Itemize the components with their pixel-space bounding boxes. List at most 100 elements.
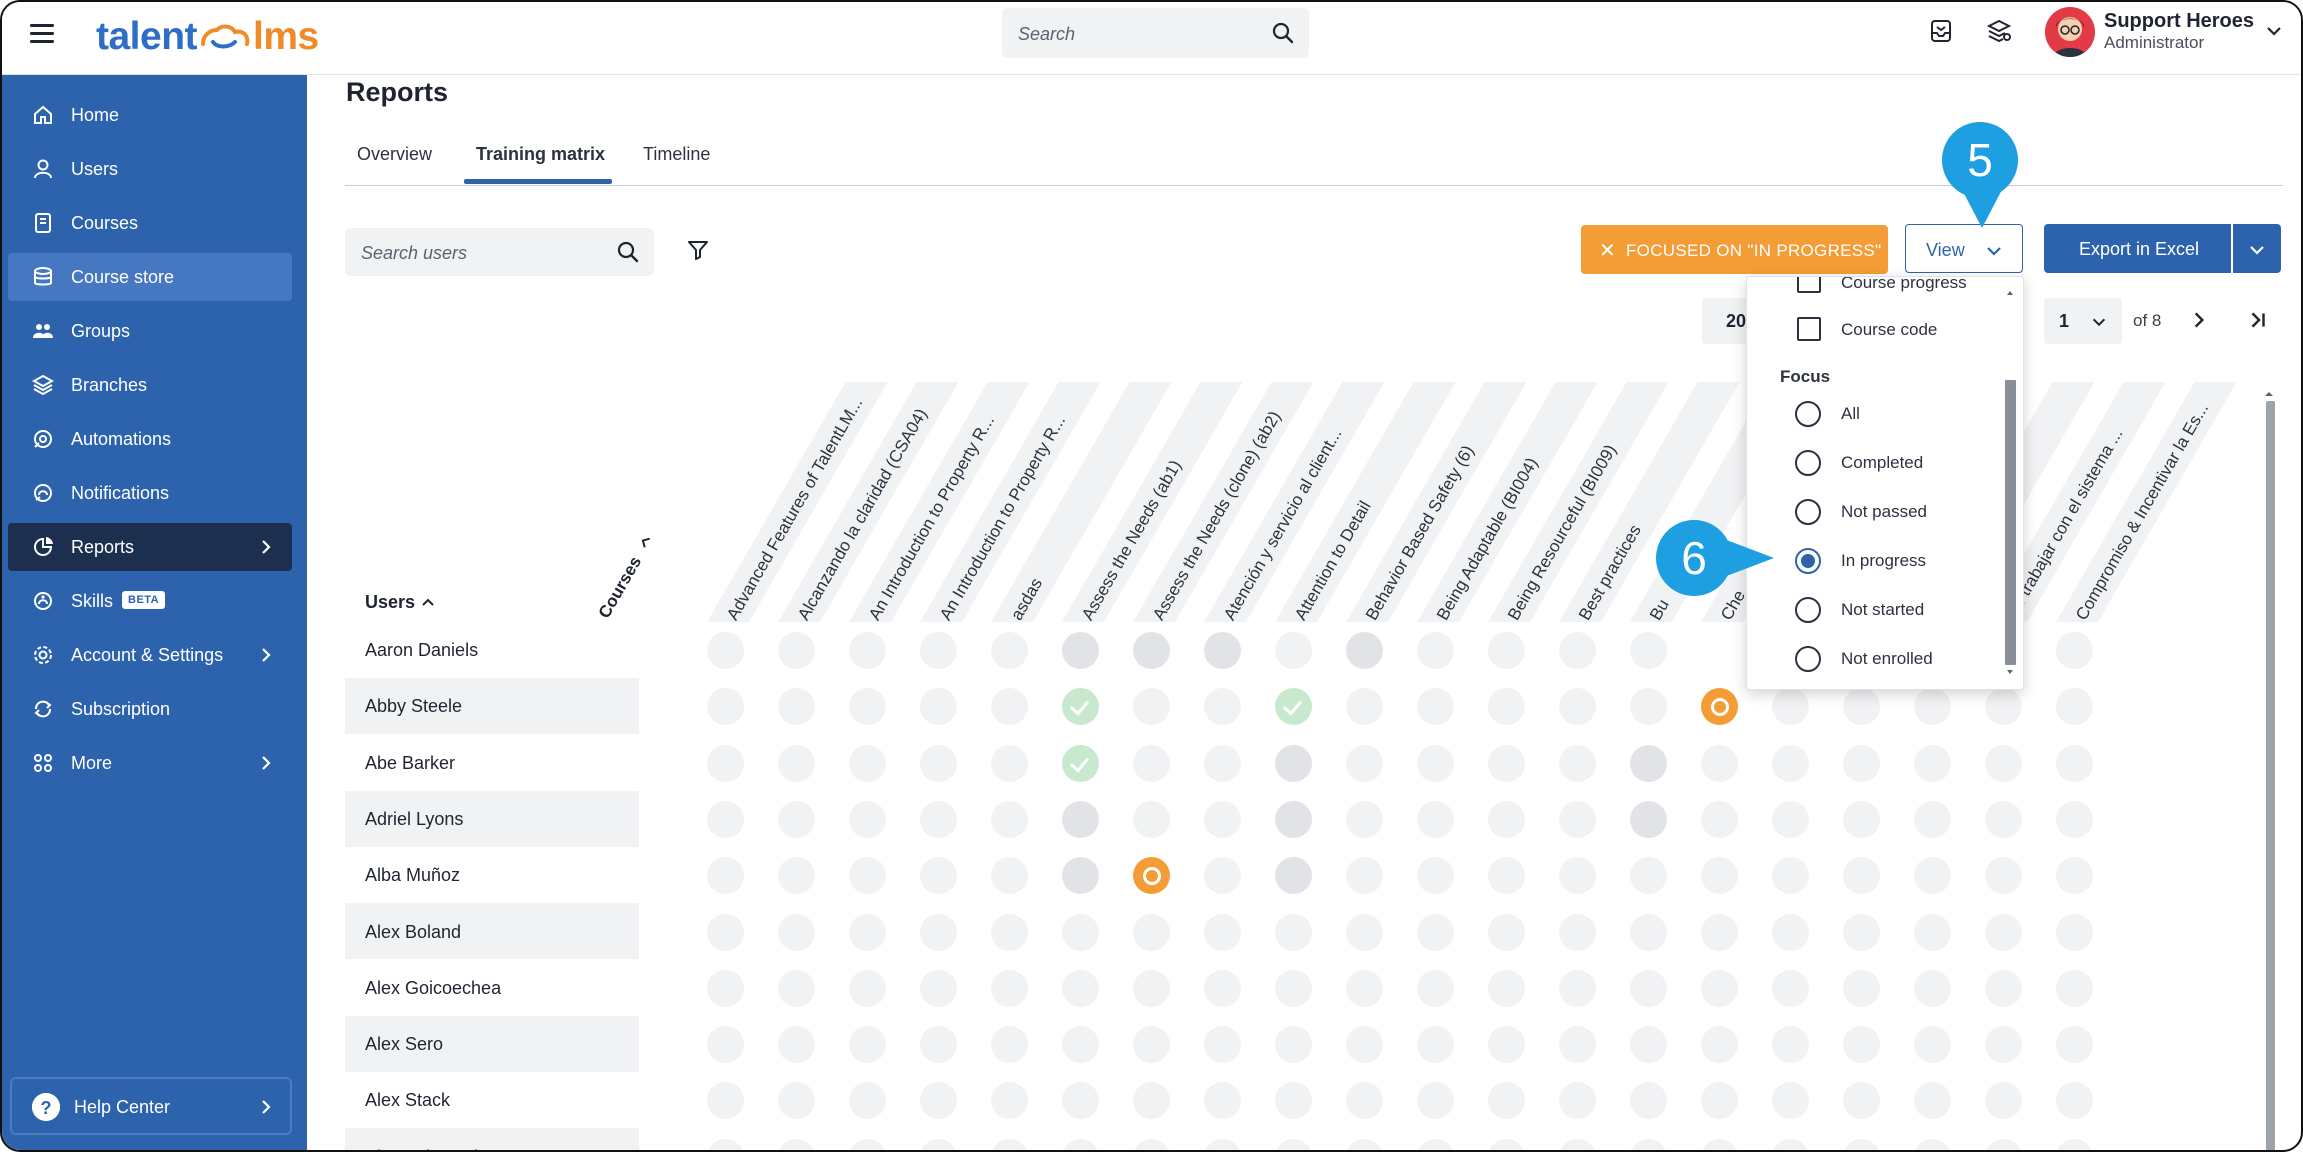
matrix-cell[interactable]	[1630, 913, 1667, 951]
next-page-icon[interactable]	[2188, 309, 2210, 331]
matrix-cell[interactable]	[1914, 857, 1951, 895]
scroll-down-icon[interactable]	[2003, 667, 2017, 677]
matrix-cell[interactable]	[1488, 913, 1525, 951]
matrix-cell[interactable]	[1204, 632, 1241, 669]
users-column-header[interactable]: Users	[365, 592, 434, 613]
matrix-cell[interactable]	[1843, 744, 1880, 782]
matrix-cell[interactable]	[1488, 969, 1525, 1007]
matrix-cell[interactable]	[2056, 1026, 2093, 1064]
sidebar-item-reports[interactable]: Reports	[8, 523, 292, 571]
matrix-cell[interactable]	[707, 632, 744, 669]
matrix-cell[interactable]	[920, 632, 957, 669]
focus-completed-label[interactable]: Completed	[1841, 453, 1923, 473]
search-icon[interactable]	[616, 240, 640, 264]
sidebar-item-users[interactable]: Users	[8, 145, 292, 193]
matrix-cell[interactable]	[991, 800, 1028, 838]
matrix-cell[interactable]	[2056, 1082, 2093, 1120]
focus-all-label[interactable]: All	[1841, 404, 1860, 424]
matrix-scrollbar[interactable]	[2260, 387, 2278, 1150]
matrix-cell[interactable]	[849, 632, 886, 669]
matrix-cell[interactable]	[1701, 1082, 1738, 1120]
focus-in-progress-label[interactable]: In progress	[1841, 551, 1926, 571]
matrix-cell[interactable]	[1843, 800, 1880, 838]
matrix-cell[interactable]	[2056, 688, 2093, 726]
matrix-cell[interactable]	[1488, 632, 1525, 669]
matrix-cell[interactable]	[1701, 1026, 1738, 1064]
matrix-cell[interactable]	[920, 744, 957, 782]
sidebar-item-branches[interactable]: Branches	[8, 361, 292, 409]
matrix-cell[interactable]	[849, 1138, 886, 1150]
matrix-cell[interactable]	[1559, 1082, 1596, 1120]
matrix-cell[interactable]	[1914, 969, 1951, 1007]
matrix-cell[interactable]	[1417, 1138, 1454, 1150]
matrix-cell[interactable]	[1133, 800, 1170, 838]
matrix-cell[interactable]	[2056, 744, 2093, 782]
matrix-cell[interactable]	[1630, 1082, 1667, 1120]
matrix-cell[interactable]	[1346, 1026, 1383, 1064]
matrix-cell[interactable]	[1204, 969, 1241, 1007]
matrix-cell[interactable]	[1204, 688, 1241, 726]
matrix-cell[interactable]	[849, 688, 886, 726]
matrix-cell[interactable]	[1133, 857, 1170, 895]
logo[interactable]: talent lms	[96, 12, 319, 62]
matrix-cell[interactable]	[1488, 1026, 1525, 1064]
user-name-cell[interactable]: Alexander Nei...	[365, 1147, 493, 1150]
matrix-cell[interactable]	[1701, 744, 1738, 782]
matrix-cell[interactable]	[707, 1138, 744, 1150]
matrix-cell[interactable]	[1985, 969, 2022, 1007]
matrix-cell[interactable]	[1488, 1138, 1525, 1150]
matrix-cell[interactable]	[1559, 800, 1596, 838]
matrix-cell[interactable]	[1488, 857, 1525, 895]
matrix-cell[interactable]	[1701, 857, 1738, 895]
matrix-cell[interactable]	[1488, 1082, 1525, 1120]
matrix-cell[interactable]	[1843, 1026, 1880, 1064]
matrix-cell[interactable]	[1204, 857, 1241, 895]
help-center-button[interactable]: ? Help Center	[10, 1077, 292, 1135]
matrix-cell[interactable]	[1417, 744, 1454, 782]
matrix-cell[interactable]	[1062, 1026, 1099, 1064]
matrix-cell[interactable]	[1133, 1026, 1170, 1064]
matrix-cell[interactable]	[1275, 857, 1312, 895]
dropdown-scrollbar-thumb[interactable]	[2005, 380, 2016, 665]
tab-overview[interactable]: Overview	[357, 144, 432, 165]
matrix-cell[interactable]	[1062, 800, 1099, 838]
matrix-cell[interactable]	[1559, 688, 1596, 726]
matrix-cell[interactable]	[707, 969, 744, 1007]
matrix-cell[interactable]	[778, 1138, 815, 1150]
page-number-select[interactable]: 1	[2044, 298, 2122, 344]
matrix-cell[interactable]	[1559, 744, 1596, 782]
matrix-cell[interactable]	[778, 800, 815, 838]
matrix-cell[interactable]	[1346, 688, 1383, 726]
matrix-cell[interactable]	[1630, 969, 1667, 1007]
matrix-cell[interactable]	[1275, 969, 1312, 1007]
matrix-cell[interactable]	[1559, 857, 1596, 895]
matrix-cell[interactable]	[1133, 688, 1170, 726]
matrix-cell[interactable]	[1630, 632, 1667, 669]
sidebar-item-more[interactable]: More	[8, 739, 292, 787]
user-name-cell[interactable]: Alex Boland	[365, 922, 461, 943]
matrix-cell[interactable]	[1346, 632, 1383, 669]
focus-not-started-label[interactable]: Not started	[1841, 600, 1924, 620]
matrix-cell[interactable]	[1630, 688, 1667, 726]
matrix-cell[interactable]	[1559, 1138, 1596, 1150]
matrix-cell[interactable]	[1133, 744, 1170, 782]
matrix-cell[interactable]	[1772, 800, 1809, 838]
matrix-cell[interactable]	[1985, 744, 2022, 782]
matrix-cell[interactable]	[1914, 744, 1951, 782]
matrix-cell[interactable]	[920, 800, 957, 838]
matrix-cell[interactable]	[1417, 688, 1454, 726]
matrix-cell[interactable]	[1346, 969, 1383, 1007]
matrix-cell[interactable]	[991, 688, 1028, 726]
scrollbar-thumb[interactable]	[2266, 401, 2275, 1150]
user-name-cell[interactable]: Aaron Daniels	[365, 640, 478, 661]
matrix-cell[interactable]	[1843, 913, 1880, 951]
matrix-cell[interactable]	[778, 632, 815, 669]
matrix-cell[interactable]	[1133, 632, 1170, 669]
matrix-cell[interactable]	[1985, 1026, 2022, 1064]
matrix-cell[interactable]	[1559, 1026, 1596, 1064]
matrix-cell[interactable]	[991, 857, 1028, 895]
matrix-cell[interactable]	[1914, 913, 1951, 951]
matrix-cell[interactable]	[991, 1026, 1028, 1064]
matrix-cell[interactable]	[1417, 1082, 1454, 1120]
matrix-cell[interactable]	[1417, 800, 1454, 838]
